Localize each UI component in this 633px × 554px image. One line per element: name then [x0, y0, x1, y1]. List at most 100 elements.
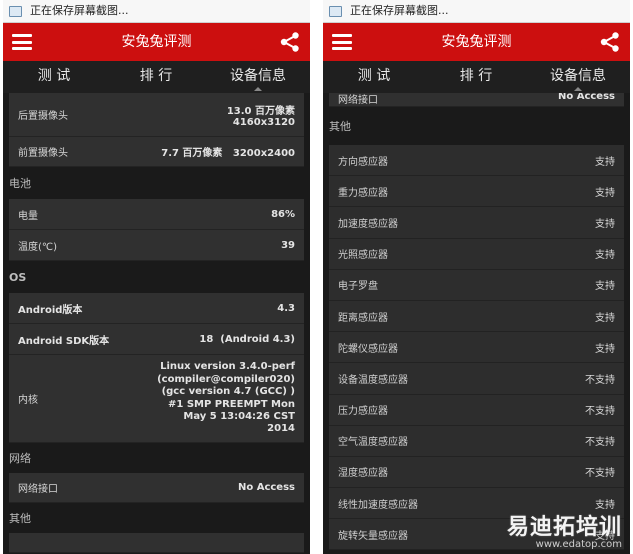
- kernel-label: 内核: [18, 395, 38, 406]
- rear-camera-row: 后置摄像头 13.0 百万像素 4160x3120: [9, 93, 304, 137]
- sensor-label: 湿度感应器: [338, 468, 388, 480]
- android-version-row: Android版本 4.3: [9, 293, 304, 324]
- screenshot-icon: [329, 6, 342, 17]
- android-sdk-value: 18 (Android 4.3): [199, 333, 295, 345]
- sensor-row: 方向感应器 支持: [329, 145, 624, 177]
- battery-temp-value: 39: [281, 239, 295, 251]
- sensor-label: 重力感应器: [338, 187, 388, 199]
- other-section-header: 其他: [323, 107, 630, 145]
- sensor-label: 线性加速度感应器: [338, 499, 418, 511]
- sensor-row: 加速度感应器 支持: [329, 207, 624, 239]
- battery-temp-label: 温度(℃): [18, 241, 58, 253]
- sensor-support-value: 支持: [595, 250, 615, 262]
- front-camera-row: 前置摄像头 7.7 百万像素 3200x2400: [9, 137, 304, 167]
- share-icon[interactable]: [599, 31, 621, 53]
- sensor-row: 设备温度感应器 不支持: [329, 363, 624, 395]
- device-info-list[interactable]: 后置摄像头 13.0 百万像素 4160x3120 前置摄像头 7.7 百万像素…: [3, 93, 310, 554]
- partial-row: [9, 533, 304, 553]
- status-text: 正在保存屏幕截图...: [30, 4, 129, 17]
- sensor-support-value: 支持: [595, 218, 615, 230]
- sensor-row: 重力感应器 支持: [329, 176, 624, 208]
- tab-bar: 测 试 排 行 设备信息: [323, 61, 630, 93]
- app-bar: 安兔兔评测: [3, 23, 310, 61]
- kernel-line: (gcc version 4.7 (GCC) ): [161, 386, 295, 398]
- app-title: 安兔兔评测: [121, 34, 192, 50]
- network-interface-label: 网络接口: [338, 95, 378, 106]
- status-bar: 正在保存屏幕截图...: [3, 0, 310, 23]
- kernel-line: 2014: [267, 423, 295, 435]
- battery-level-row: 电量 86%: [9, 199, 304, 230]
- share-icon[interactable]: [279, 31, 301, 53]
- rear-camera-megapixels: 13.0 百万像素: [226, 105, 295, 117]
- tab-device-info-label: 设备信息: [550, 68, 606, 84]
- sensor-support-value: 不支持: [585, 374, 615, 386]
- android-version-value: 4.3: [277, 302, 295, 314]
- tab-ranking[interactable]: 排 行: [425, 61, 527, 91]
- front-camera-value: 7.7 百万像素 3200x2400: [161, 148, 295, 159]
- screenshot-icon: [9, 6, 22, 17]
- network-interface-row: 网络接口 No Access: [9, 473, 304, 503]
- watermark: 易迪拓培训 www.edatop.com: [507, 509, 622, 550]
- sensor-support-value: 不支持: [585, 437, 615, 449]
- sensor-label: 空气温度感应器: [338, 437, 408, 449]
- sensor-label: 陀螺仪感应器: [338, 343, 398, 355]
- battery-level-label: 电量: [18, 210, 38, 222]
- sensor-label: 光照感应器: [338, 250, 388, 262]
- tab-device-info[interactable]: 设备信息: [527, 61, 629, 91]
- active-tab-indicator: [254, 87, 262, 91]
- sensor-support-value: 支持: [595, 187, 615, 199]
- kernel-line: (compiler@compiler020): [157, 373, 295, 385]
- network-interface-label: 网络接口: [18, 484, 58, 495]
- tab-test[interactable]: 测 试: [3, 61, 105, 91]
- left-screenshot: 正在保存屏幕截图... 安兔兔评测 测 试 排 行 设备信息 后置摄像头 13.…: [3, 0, 310, 554]
- app-bar: 安兔兔评测: [323, 23, 630, 61]
- status-bar: 正在保存屏幕截图...: [323, 0, 630, 23]
- sensor-label: 加速度感应器: [338, 218, 398, 230]
- watermark-brand: 易迪拓培训: [506, 515, 622, 540]
- rear-camera-label: 后置摄像头: [18, 111, 68, 122]
- android-sdk-label: Android SDK版本: [18, 335, 110, 347]
- network-interface-value: No Access: [237, 482, 295, 493]
- network-interface-value: No Access: [557, 93, 615, 102]
- sensor-row: 压力感应器 不支持: [329, 394, 624, 426]
- android-version-label: Android版本: [18, 304, 83, 316]
- battery-temp-row: 温度(℃) 39: [9, 230, 304, 261]
- network-section-header: 网络: [3, 443, 310, 473]
- sensor-row: 电子罗盘 支持: [329, 269, 624, 301]
- sensor-row: 陀螺仪感应器 支持: [329, 332, 624, 364]
- app-title: 安兔兔评测: [441, 34, 512, 50]
- kernel-line: Linux version 3.4.0-perf: [160, 361, 295, 373]
- sensor-support-value: 支持: [595, 281, 615, 293]
- sensor-label: 压力感应器: [338, 406, 388, 418]
- kernel-line: May 5 13:04:26 CST: [183, 410, 295, 422]
- sensor-label: 距离感应器: [338, 312, 388, 324]
- device-info-list[interactable]: 网络接口 No Access 其他 方向感应器 支持 重力感应器 支持 加速度感应器 支持…: [323, 93, 630, 554]
- tab-ranking[interactable]: 排 行: [105, 61, 207, 91]
- sensor-support-value: 不支持: [585, 468, 615, 480]
- os-section-header: OS: [3, 261, 310, 293]
- tab-test[interactable]: 测 试: [323, 61, 425, 91]
- sensor-support-value: 支持: [595, 343, 615, 355]
- right-screenshot: 正在保存屏幕截图... 安兔兔评测 测 试 排 行 设备信息 网络接口 No A…: [323, 0, 630, 554]
- android-sdk-row: Android SDK版本 18 (Android 4.3): [9, 324, 304, 355]
- sensor-list: 方向感应器 支持 重力感应器 支持 加速度感应器 支持 光照感应器 支持 电子罗盘 支持 距离感应器…: [323, 145, 630, 551]
- active-tab-indicator: [574, 87, 582, 91]
- sensor-label: 方向感应器: [338, 156, 388, 168]
- sensor-row: 空气温度感应器 不支持: [329, 425, 624, 457]
- sensor-support-value: 支持: [595, 156, 615, 168]
- front-camera-label: 前置摄像头: [18, 148, 68, 159]
- tab-bar: 测 试 排 行 设备信息: [3, 61, 310, 93]
- rear-camera-resolution: 4160x3120: [232, 116, 295, 128]
- sensor-label: 设备温度感应器: [338, 374, 408, 386]
- network-interface-row: 网络接口 No Access: [329, 93, 624, 107]
- sensor-row: 湿度感应器 不支持: [329, 456, 624, 489]
- other-section-header: 其他: [3, 503, 310, 533]
- sensor-label: 旋转矢量感应器: [338, 530, 408, 542]
- rear-camera-value: 13.0 百万像素 4160x3120: [227, 102, 295, 128]
- sensor-support-value: 不支持: [585, 406, 615, 418]
- kernel-row: 内核 Linux version 3.4.0-perf (compiler@co…: [9, 355, 304, 443]
- tab-device-info[interactable]: 设备信息: [207, 61, 309, 91]
- sensor-label: 电子罗盘: [338, 281, 378, 293]
- sensor-support-value: 支持: [595, 312, 615, 324]
- kernel-value: Linux version 3.4.0-perf (compiler@compi…: [157, 361, 295, 435]
